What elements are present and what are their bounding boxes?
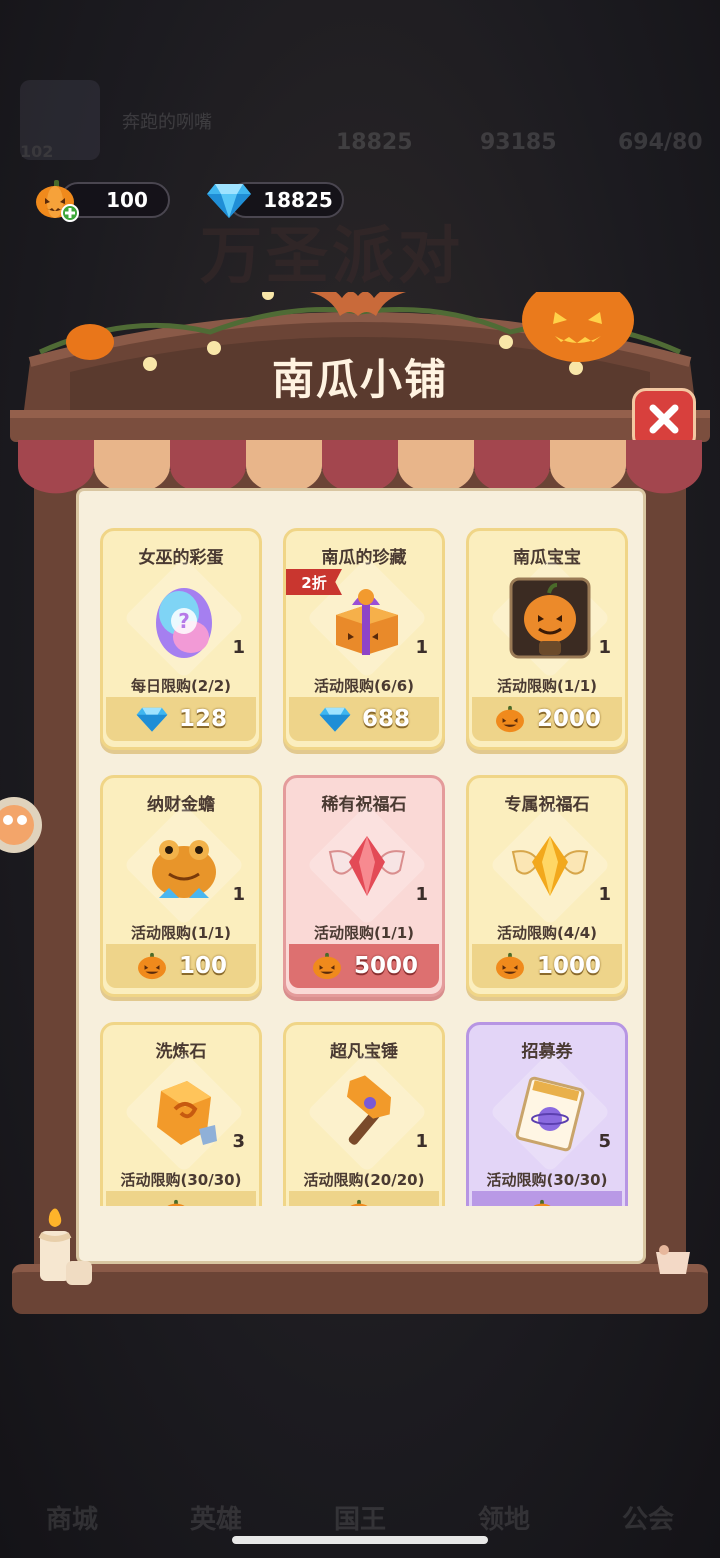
pumpkin-icon xyxy=(533,1199,551,1206)
item-purchase-limit: 活动限购(1/1) xyxy=(130,924,232,942)
pumpkin-icon xyxy=(137,952,166,980)
item-quantity: 5 xyxy=(598,1131,611,1152)
item-purchase-limit: 活动限购(6/6) xyxy=(313,677,415,695)
shop-item-grid[interactable]: 女巫的彩蛋 ? 1 每日限购(2/2) 128 南瓜的珍藏 2折 1 活动限购(… xyxy=(92,520,632,1206)
background-nav-item: 英雄 xyxy=(189,1505,242,1535)
awning-stripe xyxy=(322,440,398,494)
shop-item-card[interactable]: 超凡宝锤 1 活动限购(20/20) xyxy=(283,1022,445,1206)
buy-button[interactable]: 2000 xyxy=(472,697,622,741)
item-purchase-limit: 活动限购(1/1) xyxy=(313,924,415,942)
item-quantity: 1 xyxy=(415,884,428,905)
red-wing-gem-icon xyxy=(328,836,406,896)
awning-stripe xyxy=(170,440,246,494)
side-character-icon[interactable] xyxy=(0,780,44,870)
item-price: 2000 xyxy=(536,706,601,732)
diamond-icon xyxy=(319,707,351,732)
buy-button[interactable] xyxy=(106,1191,256,1206)
background-nav-item: 商城 xyxy=(45,1505,98,1535)
item-purchase-limit: 活动限购(4/4) xyxy=(496,924,598,942)
gold-wing-gem-icon xyxy=(511,836,589,896)
item-price: 688 xyxy=(361,706,410,732)
close-icon xyxy=(649,404,679,434)
pumpkin-icon xyxy=(312,952,341,980)
diamond-icon xyxy=(136,707,168,732)
buy-button[interactable]: 128 xyxy=(106,697,256,741)
pumpkin-icon xyxy=(495,705,524,733)
buy-button[interactable]: 5000 xyxy=(289,944,439,988)
shop-title: 南瓜小铺 xyxy=(271,355,448,404)
shop-shelf xyxy=(12,1264,708,1314)
item-price: 1000 xyxy=(536,953,601,979)
shop-item-card[interactable]: 南瓜的珍藏 2折 1 活动限购(6/6) 688 xyxy=(283,528,445,750)
pumpkin-icon xyxy=(495,952,524,980)
candle-icon xyxy=(38,1208,92,1285)
shop-item-card[interactable]: 洗炼石 3 活动限购(30/30) xyxy=(100,1022,262,1206)
shop-item-card[interactable]: 纳财金蟾 1 活动限购(1/1) 100 xyxy=(100,775,262,997)
background-nav-item: 领地 xyxy=(477,1505,530,1535)
awning-stripe xyxy=(94,440,170,494)
background-nav-item: 国王 xyxy=(333,1505,386,1535)
item-quantity: 1 xyxy=(598,884,611,905)
item-purchase-limit: 每日限购(2/2) xyxy=(130,677,232,695)
item-purchase-limit: 活动限购(30/30) xyxy=(120,1171,242,1189)
item-quantity: 1 xyxy=(232,637,245,658)
background-stat-gems: 18825 xyxy=(336,130,413,155)
background-stat-gold: 93185 xyxy=(480,130,557,155)
hammer-icon xyxy=(346,1075,392,1145)
pumpkin-baby-icon xyxy=(509,577,591,659)
item-purchase-limit: 活动限购(30/30) xyxy=(486,1171,608,1189)
item-purchase-limit: 活动限购(1/1) xyxy=(496,677,598,695)
pumpkin-add-icon[interactable] xyxy=(34,178,80,222)
awning-stripe xyxy=(18,440,94,494)
item-price: 5000 xyxy=(353,953,418,979)
awning-stripe xyxy=(626,440,702,494)
item-purchase-limit: 活动限购(20/20) xyxy=(303,1171,425,1189)
buy-button[interactable]: 1000 xyxy=(472,944,622,988)
golden-toad-icon xyxy=(152,840,216,898)
shop-item-card[interactable]: 稀有祝福石 1 活动限购(1/1) 5000 xyxy=(283,775,445,997)
awning-stripe xyxy=(550,440,626,494)
awning-stripe xyxy=(246,440,322,494)
recruit-ticket-icon xyxy=(515,1076,585,1152)
svg-text:?: ? xyxy=(178,609,190,633)
home-indicator[interactable] xyxy=(232,1536,488,1544)
item-quantity: 1 xyxy=(415,1131,428,1152)
pumpkin-icon xyxy=(350,1199,368,1206)
background-topbar: 奔跑的咧嘴 102 18825 93185 694/80 xyxy=(0,70,720,170)
pumpkin-amount: 100 xyxy=(106,188,148,212)
item-quantity: 1 xyxy=(598,637,611,658)
candle-cup-icon xyxy=(656,1245,690,1274)
awning-stripe xyxy=(474,440,550,494)
background-player-name: 奔跑的咧嘴 xyxy=(122,112,212,133)
shop-item-card[interactable]: 女巫的彩蛋 ? 1 每日限购(2/2) 128 xyxy=(100,528,262,750)
refine-stone-icon xyxy=(157,1081,217,1145)
diamond-icon xyxy=(207,184,251,218)
buy-button[interactable] xyxy=(289,1191,439,1206)
background-stat-energy: 694/80 xyxy=(618,130,703,155)
shop-item-card[interactable]: 招募券 5 活动限购(30/30) xyxy=(466,1022,628,1206)
background-bottom-nav: 商城 英雄 国王 领地 公会 xyxy=(0,1378,720,1558)
shop-item-card[interactable]: 专属祝福石 1 活动限购(4/4) 1000 xyxy=(466,775,628,997)
discount-badge: 2折 xyxy=(286,569,342,595)
shop-item-card[interactable]: 南瓜宝宝 1 活动限购(1/1) 2000 xyxy=(466,528,628,750)
item-quantity: 1 xyxy=(232,884,245,905)
pumpkin-icon xyxy=(167,1199,185,1206)
buy-button[interactable]: 688 xyxy=(289,697,439,741)
item-quantity: 1 xyxy=(415,637,428,658)
item-quantity: 3 xyxy=(232,1131,245,1152)
item-price: 100 xyxy=(178,953,227,979)
egg-icon: ? xyxy=(156,588,212,658)
gem-amount: 18825 xyxy=(263,188,333,212)
background-level: 102 xyxy=(20,142,54,161)
awning-stripe xyxy=(398,440,474,494)
buy-button[interactable]: 100 xyxy=(106,944,256,988)
item-price: 128 xyxy=(178,706,227,732)
buy-button[interactable] xyxy=(472,1191,622,1206)
background-nav-item: 公会 xyxy=(621,1505,674,1535)
